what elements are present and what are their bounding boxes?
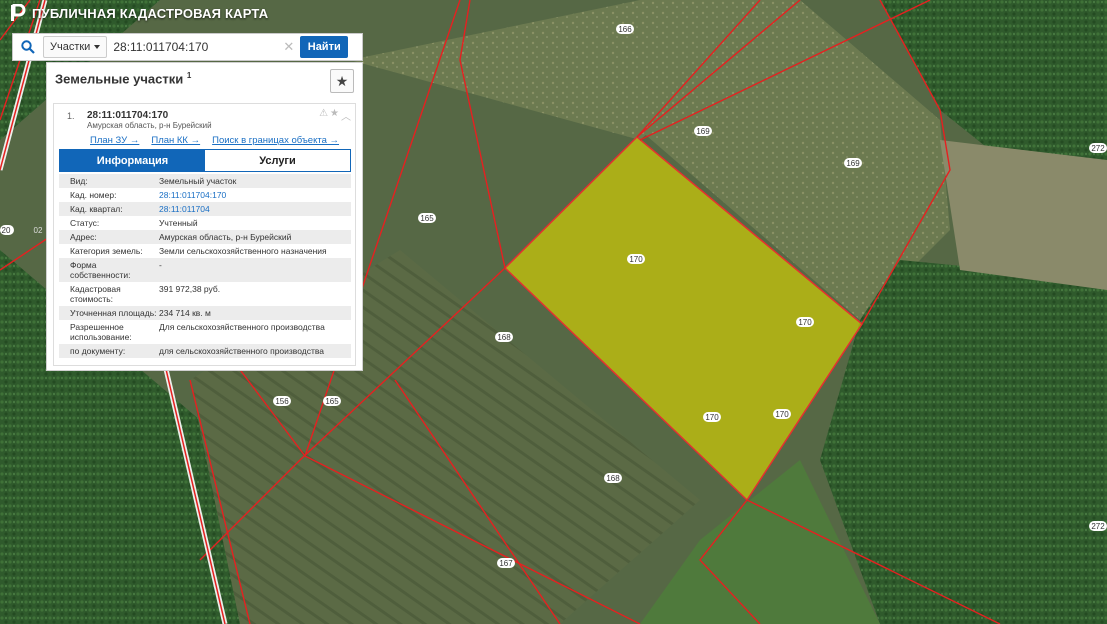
svg-text:165: 165 [420,214,434,223]
label-165: 165 [418,213,436,223]
find-button[interactable]: Найти [300,36,349,58]
parcel-card: 1. 28:11:011704:170 Амурская область, р-… [53,103,356,366]
svg-text:169: 169 [696,127,710,136]
svg-text:20: 20 [2,226,11,235]
svg-text:168: 168 [606,474,620,483]
tab-information[interactable]: Информация [60,150,205,171]
label-166: 166 [616,24,634,34]
svg-text:170: 170 [798,318,812,327]
label-165b: 165 [323,396,341,406]
svg-text:168: 168 [497,333,511,342]
svg-text:170: 170 [775,410,789,419]
card-cadastral-number: 28:11:011704:170 [87,110,169,121]
card-address: Амурская область, р-н Бурейский [87,121,212,130]
result-count: 1 [186,71,192,80]
table-row: Кад. номер: 28:11:011704:170 [59,188,351,202]
label-272b: 272 [1089,521,1107,531]
label-156: 156 [273,396,291,406]
favorite-star-button[interactable]: ★ [330,69,354,93]
table-row: Адрес: Амурская область, р-н Бурейский [59,230,351,244]
app-title: ПУБЛИЧНАЯ КАДАСТРОВАЯ КАРТА [32,5,269,21]
plan-kk-link[interactable]: План КК → [151,135,200,146]
label-02: 02 [34,226,43,235]
table-row: Разрешенное использование: Для сельскохоз… [70,322,325,342]
top-bar: ПУБЛИЧНАЯ КАДАСТРОВАЯ КАРТА [0,0,268,26]
label-170a: 170 [627,254,645,264]
svg-text:272: 272 [1091,144,1105,153]
table-row: Форма собственности: - [59,258,351,282]
table-row: Статус: Учтенный [70,218,198,228]
svg-text:165: 165 [325,397,339,406]
chevron-up-icon[interactable]: ︿ [341,108,351,123]
table-row: Кад. квартал: 28:11:011704 [59,202,351,216]
svg-text:167: 167 [499,559,513,568]
label-167: 167 [497,558,515,568]
label-272: 272 [1089,143,1107,153]
rosreestr-logo-icon [11,4,26,21]
search-input[interactable] [113,40,284,54]
table-row: Вид: Земельный участок [59,174,351,188]
label-169b: 169 [844,158,862,168]
search-in-bounds-link[interactable]: Поиск в границах объекта → [212,135,339,146]
label-168: 168 [495,332,513,342]
svg-text:156: 156 [275,397,289,406]
star-icon[interactable]: ★ [330,108,339,123]
card-actions: ⚠ ★ ︿ [319,108,351,123]
label-170d: 170 [773,409,791,419]
label-20: 20 [0,225,14,235]
table-row: Кадастровая стоимость: 391 972,38 руб. [70,284,221,304]
search-bar: Участки ✕ Найти [12,33,363,61]
tab-services[interactable]: Услуги [205,150,350,171]
plan-zu-link[interactable]: План ЗУ → [90,135,139,146]
table-row: Уточненная площадь: 234 714 кв. м [59,306,351,320]
label-168b: 168 [604,473,622,483]
search-type-select[interactable]: Участки [43,36,108,58]
chevron-down-icon [94,45,101,49]
card-index: 1. [67,111,75,121]
card-tabs: Информация Услуги [59,149,351,172]
table-row: Категория земель: Земли сельскохозяйствен… [70,246,327,256]
label-169: 169 [694,126,712,136]
svg-text:170: 170 [629,255,643,264]
search-icon[interactable] [13,34,43,60]
cad-quarter-link[interactable]: 28:11:011704 [159,204,351,214]
search-type-label: Участки [50,41,91,53]
svg-text:272: 272 [1091,522,1105,531]
cad-number-link[interactable]: 28:11:011704:170 [159,190,351,200]
warning-icon[interactable]: ⚠ [319,108,328,123]
svg-text:02: 02 [34,226,43,235]
label-170b: 170 [796,317,814,327]
svg-text:166: 166 [618,25,632,34]
clear-icon[interactable]: ✕ [283,39,294,55]
info-table: Вид: Земельный участок Кад. номер: 28:11:0… [59,174,351,358]
svg-text:169: 169 [846,159,860,168]
results-panel: Земельные участки 1 ★ 1. 28:11:011704:17… [46,62,363,371]
table-row: по документу: для сельскохозяйственного п… [59,344,351,358]
star-icon: ★ [335,72,349,89]
svg-text:170: 170 [705,413,719,422]
label-170c: 170 [703,412,721,422]
panel-title: Земельные участки 1 [55,71,192,87]
card-links: План ЗУ → План КК → Поиск в границах объ… [90,135,339,146]
